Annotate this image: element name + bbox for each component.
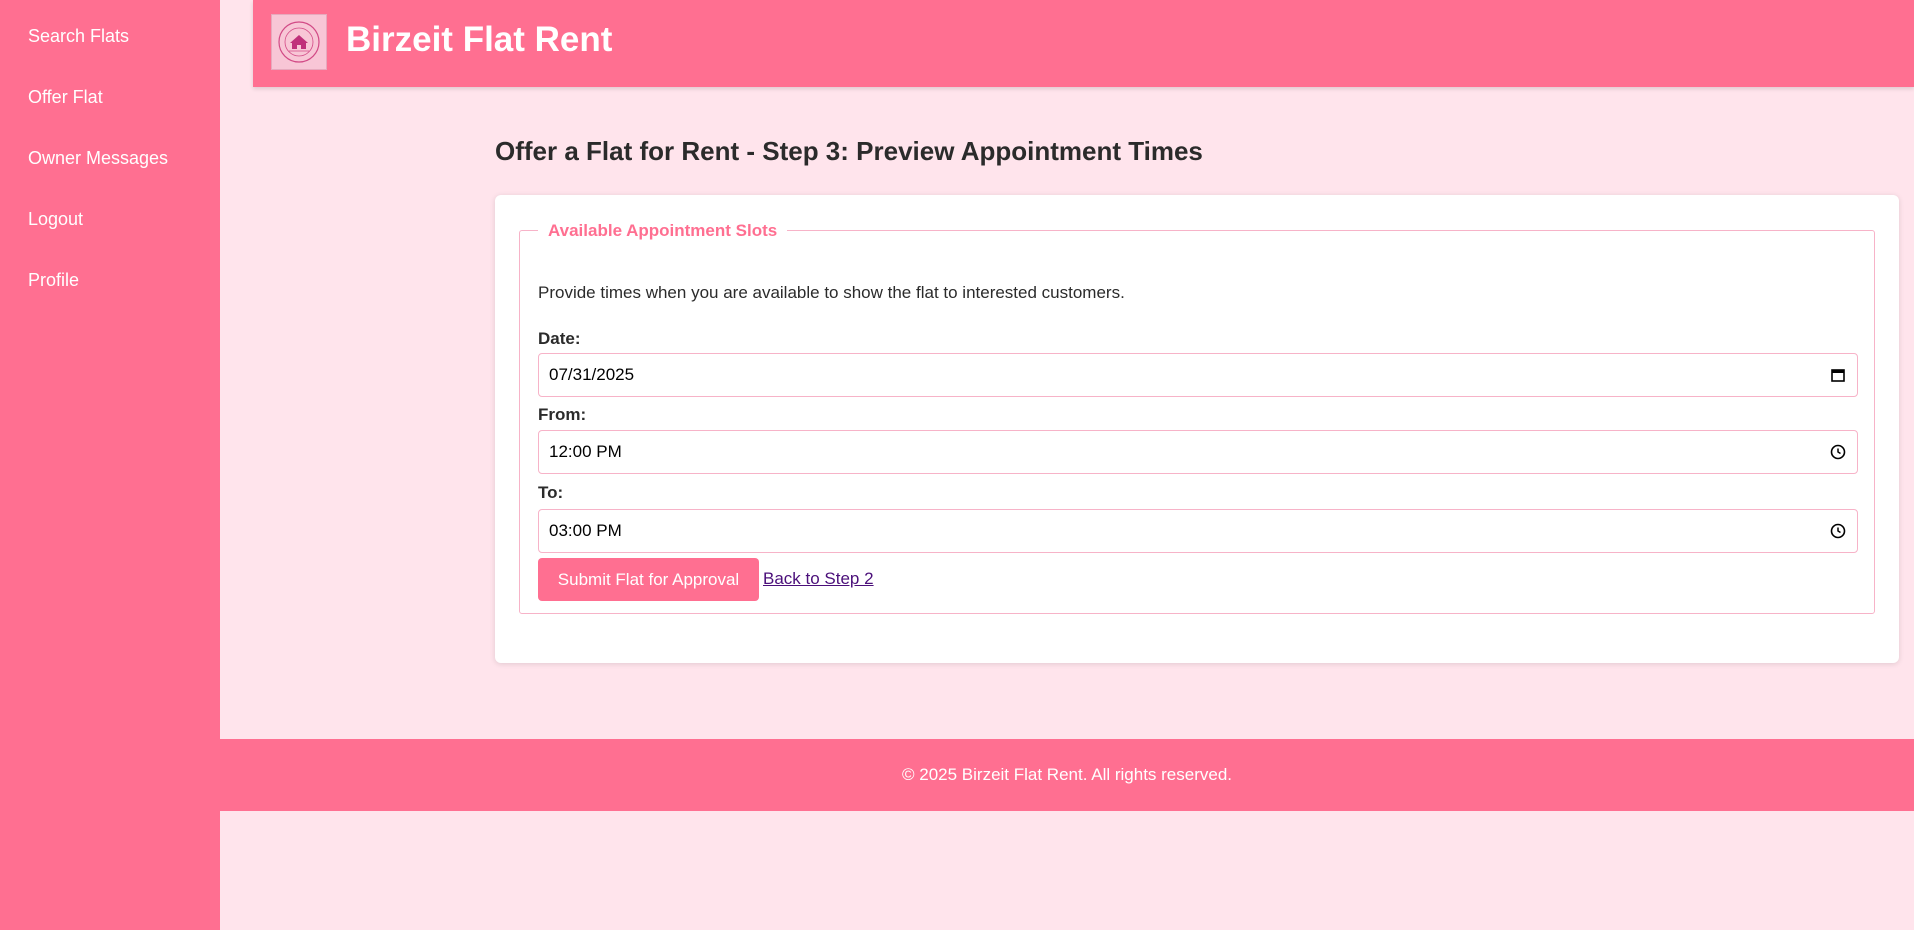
- sidebar-item-logout[interactable]: Logout: [0, 207, 220, 268]
- sidebar-item-search-flats[interactable]: Search Flats: [0, 24, 220, 85]
- calendar-icon[interactable]: [1829, 366, 1847, 384]
- date-input[interactable]: 07/31/2025: [538, 353, 1858, 397]
- date-label: Date:: [538, 329, 581, 348]
- clock-icon[interactable]: [1829, 522, 1847, 540]
- date-value: 07/31/2025: [549, 365, 635, 384]
- appointment-fieldset: Available Appointment Slots Provide time…: [519, 220, 1875, 614]
- appointment-card: Available Appointment Slots Provide time…: [495, 195, 1899, 663]
- back-to-step-2-link[interactable]: Back to Step 2: [763, 569, 874, 589]
- from-time-input[interactable]: 12:00 PM: [538, 430, 1858, 474]
- page-title: Offer a Flat for Rent - Step 3: Preview …: [495, 136, 1203, 166]
- site-header: Birzeit Flat Rent: [253, 0, 1914, 87]
- clock-icon[interactable]: [1829, 443, 1847, 461]
- sidebar: Search Flats Offer Flat Owner Messages L…: [0, 0, 220, 930]
- from-time-value: 12:00 PM: [549, 442, 622, 461]
- from-label: From:: [538, 405, 587, 424]
- site-title: Birzeit Flat Rent: [346, 20, 613, 59]
- building-seal-icon: [278, 21, 320, 63]
- to-time-input[interactable]: 03:00 PM: [538, 509, 1858, 553]
- sidebar-item-owner-messages[interactable]: Owner Messages: [0, 146, 220, 207]
- footer-text: © 2025 Birzeit Flat Rent. All rights res…: [902, 765, 1232, 784]
- fieldset-legend: Available Appointment Slots: [538, 220, 788, 242]
- sidebar-item-offer-flat[interactable]: Offer Flat: [0, 85, 220, 146]
- to-time-value: 03:00 PM: [549, 521, 622, 540]
- site-logo[interactable]: [271, 14, 327, 70]
- helper-text: Provide times when you are available to …: [538, 283, 1125, 302]
- to-label: To:: [538, 483, 564, 502]
- submit-flat-button[interactable]: Submit Flat for Approval: [538, 558, 759, 601]
- site-footer: © 2025 Birzeit Flat Rent. All rights res…: [220, 739, 1914, 811]
- sidebar-item-profile[interactable]: Profile: [0, 268, 220, 329]
